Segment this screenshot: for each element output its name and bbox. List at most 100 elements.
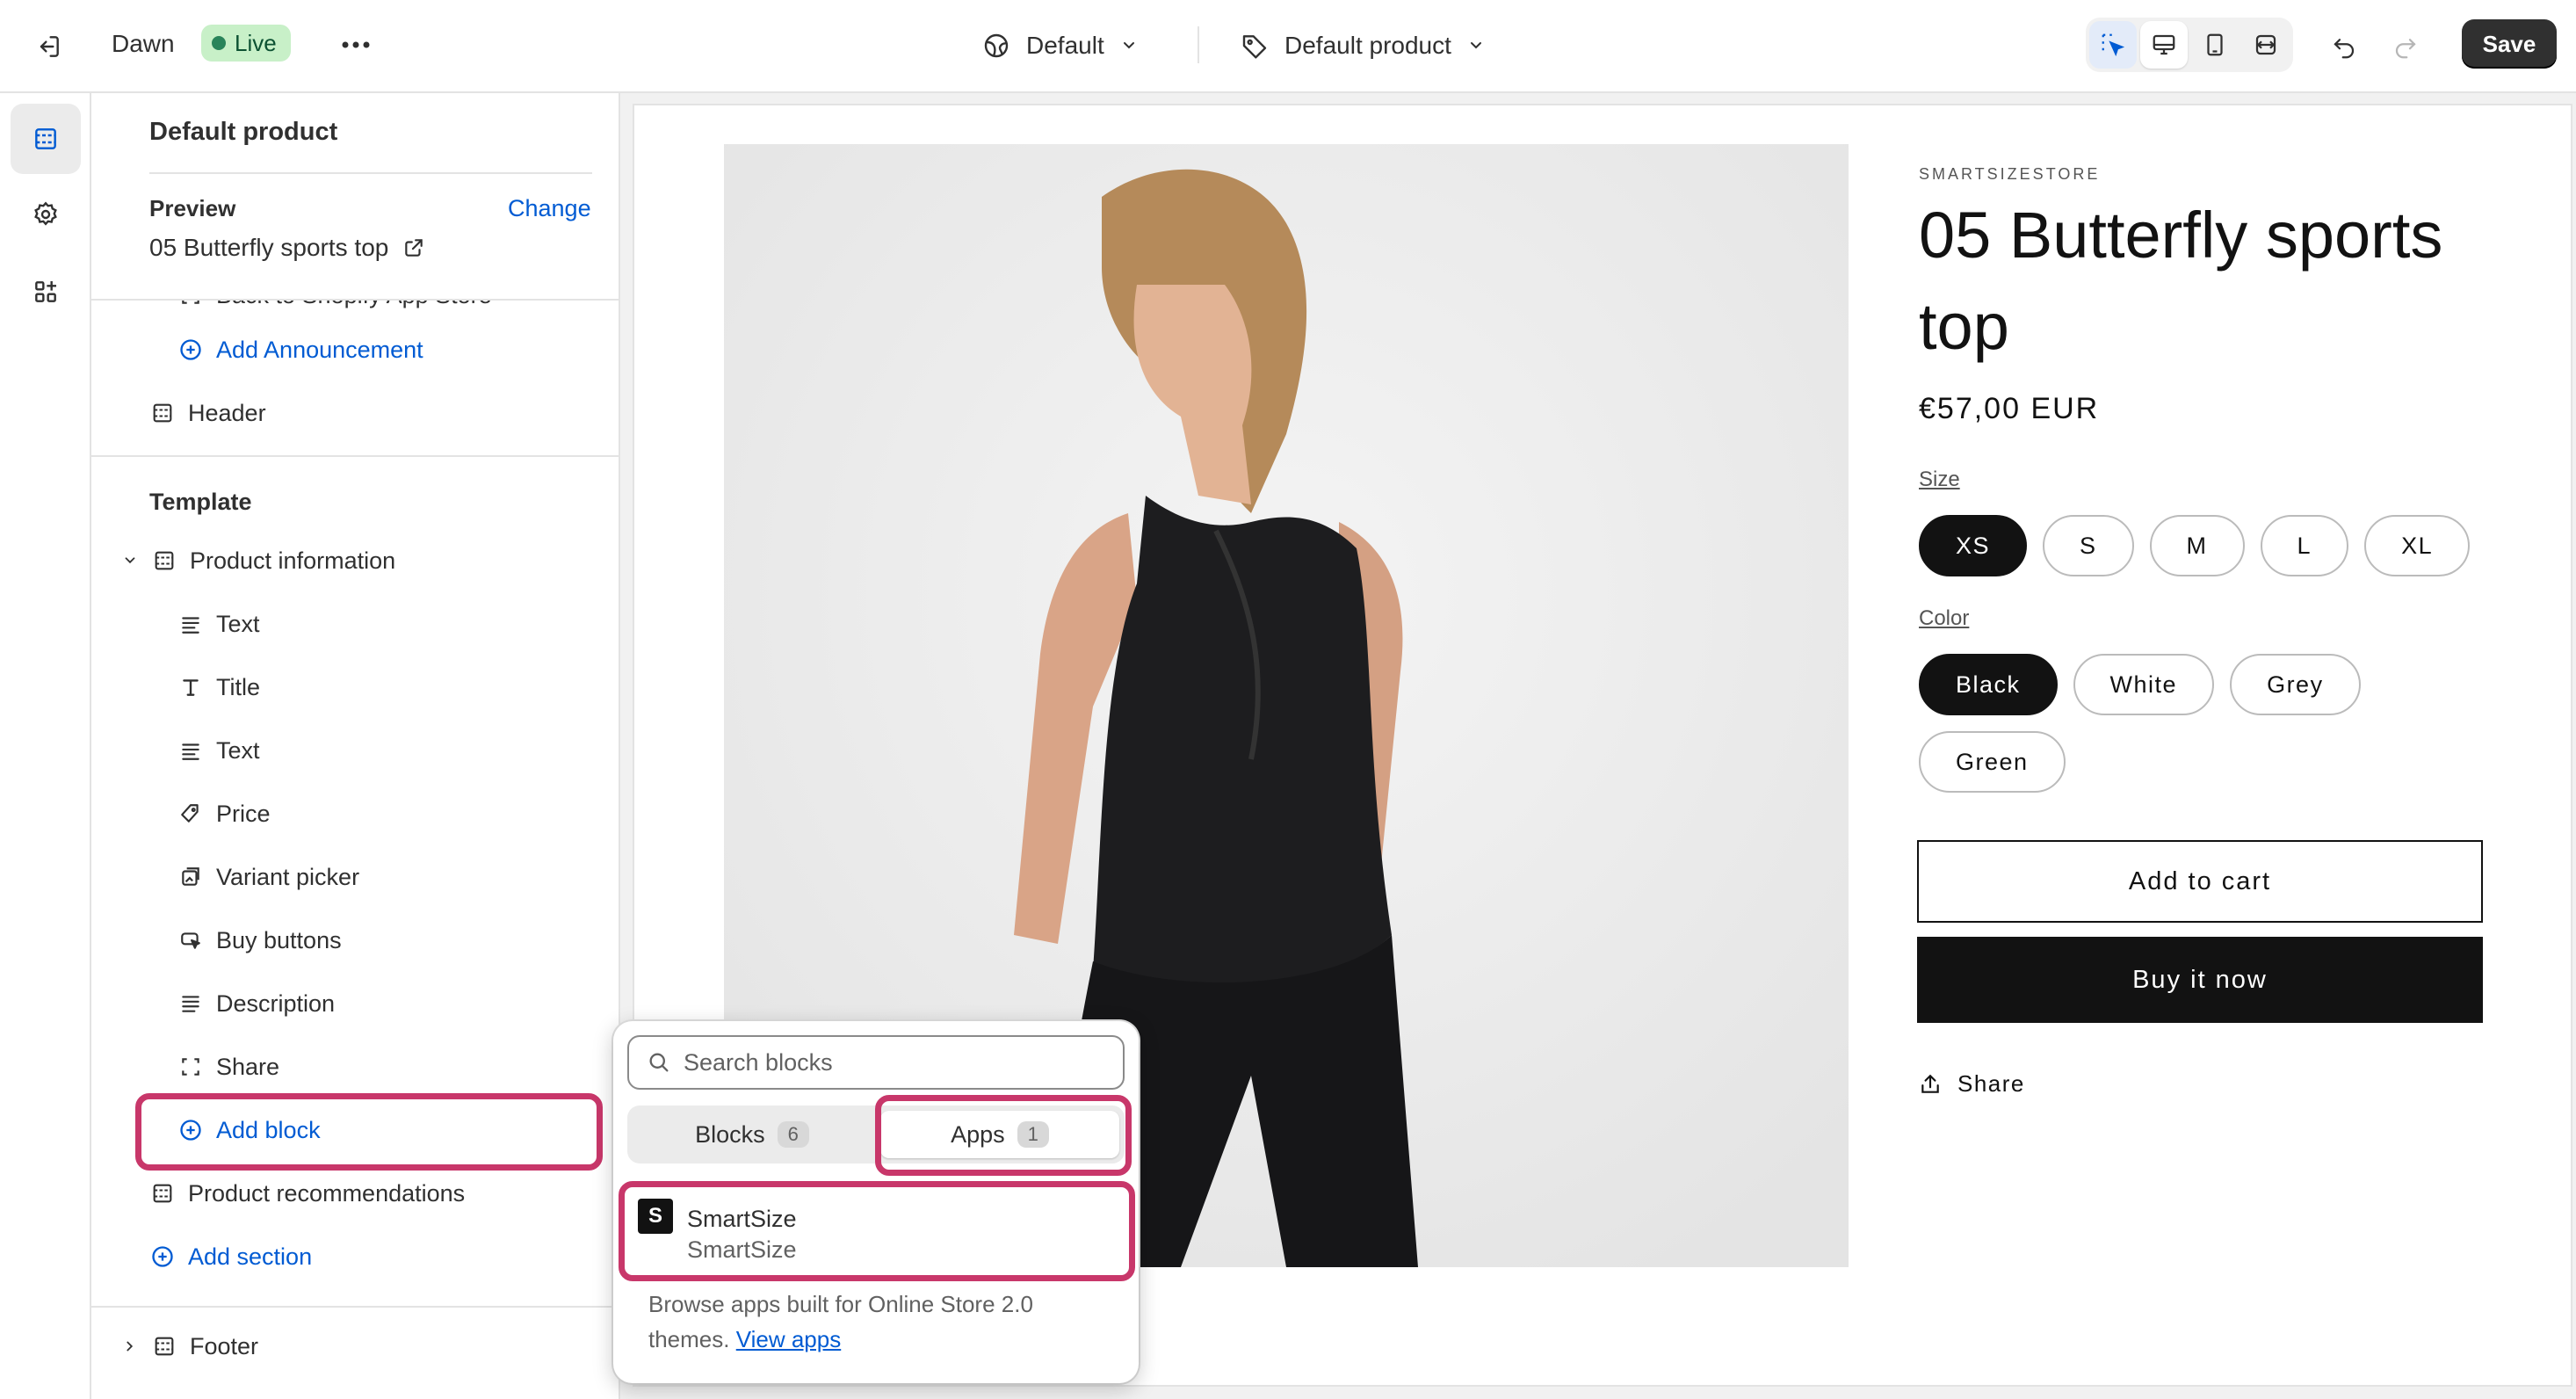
color-option-white[interactable]: White xyxy=(2073,654,2215,715)
mobile-view-button[interactable] xyxy=(2191,21,2239,69)
globe-icon xyxy=(984,33,1009,58)
block-item-share[interactable]: Share xyxy=(177,1044,279,1090)
view-apps-link[interactable]: View apps xyxy=(736,1326,842,1352)
change-preview-link[interactable]: Change xyxy=(508,195,591,222)
block-item-buy-buttons[interactable]: Buy buttons xyxy=(177,917,342,963)
share-icon xyxy=(1921,1074,1939,1093)
chevron-right-icon xyxy=(121,1333,139,1359)
undo-button[interactable] xyxy=(2321,25,2367,70)
block-item-text[interactable]: Text xyxy=(177,601,260,647)
block-item-label: Text xyxy=(216,736,260,764)
add-announcement-button[interactable]: Add Announcement xyxy=(177,327,423,373)
add-to-cart-button[interactable]: Add to cart xyxy=(1917,840,2483,923)
popover-tabs: Blocks 6 Apps 1 xyxy=(627,1105,1125,1163)
theme-settings-nav-button[interactable] xyxy=(11,179,81,250)
size-option-xs[interactable]: XS xyxy=(1919,515,2028,576)
tree-item-footer[interactable]: Footer xyxy=(121,1323,258,1369)
redo-button[interactable] xyxy=(2383,25,2428,70)
template-select-label: Default product xyxy=(1284,32,1451,59)
section-icon xyxy=(151,547,177,574)
tree-item-app-store-link[interactable]: Back to Shopify App Store xyxy=(177,301,492,318)
block-item-label: Buy buttons xyxy=(216,926,342,953)
preview-product[interactable]: 05 Butterfly sports top xyxy=(149,234,425,262)
app-block-name: SmartSize xyxy=(687,1206,797,1232)
block-item-text[interactable]: Text xyxy=(177,728,260,773)
divider xyxy=(149,172,592,174)
price-tag-icon xyxy=(177,801,204,827)
expand-width-icon xyxy=(2255,34,2276,55)
sidebar: Default product Preview Change 05 Butter… xyxy=(91,93,620,1399)
block-item-variant-picker[interactable]: Variant picker xyxy=(177,854,359,900)
gear-icon xyxy=(34,201,57,226)
top-bar: Dawn Live Default Default product Save xyxy=(0,0,2576,93)
block-item-label: Variant picker xyxy=(216,863,360,890)
share-button[interactable]: Share xyxy=(1919,1070,2025,1098)
tag-icon xyxy=(1242,35,1267,59)
tab-label: Apps xyxy=(951,1120,1005,1148)
tree-item-header[interactable]: Header xyxy=(149,390,266,436)
tab-count: 1 xyxy=(1017,1121,1049,1148)
tree-item-label: Product recommendations xyxy=(188,1179,466,1207)
divider xyxy=(1198,26,1199,63)
size-option-xl[interactable]: XL xyxy=(2364,515,2471,576)
tree-item-product-information[interactable]: Product information xyxy=(121,538,395,584)
block-item-title[interactable]: Title xyxy=(177,664,260,710)
search-blocks-input[interactable]: Search blocks xyxy=(627,1035,1125,1090)
add-block-button[interactable]: Add block xyxy=(177,1107,321,1153)
block-item-price[interactable]: Price xyxy=(177,791,271,837)
size-options: XS S M L XL xyxy=(1919,515,2551,576)
chevron-down-icon xyxy=(1470,42,1481,49)
size-option-l[interactable]: L xyxy=(2260,515,2349,576)
market-select[interactable]: Default xyxy=(982,23,1138,69)
color-option-black[interactable]: Black xyxy=(1919,654,2058,715)
tab-label: Blocks xyxy=(695,1120,765,1148)
section-tree: Back to Shopify App Store Add Announceme… xyxy=(91,301,619,1399)
add-section-label: Add section xyxy=(188,1243,313,1270)
tree-item-product-recommendations[interactable]: Product recommendations xyxy=(149,1171,465,1216)
apps-icon xyxy=(35,281,56,302)
more-actions-button[interactable] xyxy=(336,25,376,65)
desktop-view-button[interactable] xyxy=(2140,21,2188,69)
product-title: 05 Butterfly sports top xyxy=(1919,199,2443,363)
color-options: Black White Grey Green xyxy=(1919,654,2411,793)
apps-nav-button[interactable] xyxy=(11,257,81,327)
exit-icon[interactable] xyxy=(28,26,69,67)
preview-product-label: 05 Butterfly sports top xyxy=(149,234,389,261)
tree-item-label: Product information xyxy=(190,547,396,574)
color-option-grey[interactable]: Grey xyxy=(2230,654,2361,715)
block-item-description[interactable]: Description xyxy=(177,981,335,1026)
share-bracket-icon xyxy=(177,1054,204,1080)
divider xyxy=(91,1306,619,1308)
add-section-button[interactable]: Add section xyxy=(149,1234,312,1279)
tree-item-label: Header xyxy=(188,399,266,426)
template-group-label: Template xyxy=(149,489,252,515)
redo-icon xyxy=(2395,39,2416,59)
product-price: €57,00 EUR xyxy=(1919,392,2100,425)
sections-nav-button[interactable] xyxy=(11,104,81,174)
tab-apps[interactable]: Apps 1 xyxy=(880,1111,1119,1158)
block-item-label: Text xyxy=(216,610,260,637)
block-item-label: Price xyxy=(216,800,271,827)
plus-circle-icon xyxy=(177,337,204,363)
size-option-s[interactable]: S xyxy=(2043,515,2134,576)
sidebar-title: Default product xyxy=(149,118,338,146)
buy-it-now-button[interactable]: Buy it now xyxy=(1917,937,2483,1023)
size-option-m[interactable]: M xyxy=(2149,515,2245,576)
tree-item-label: Back to Shopify App Store xyxy=(216,301,492,309)
inspector-toggle[interactable] xyxy=(2089,21,2137,69)
theme-name: Dawn xyxy=(112,30,175,57)
tab-blocks[interactable]: Blocks 6 xyxy=(633,1111,872,1158)
section-icon xyxy=(149,1180,176,1207)
app-block-smartsize[interactable]: S SmartSize SmartSize xyxy=(638,1193,1112,1276)
share-label: Share xyxy=(1957,1070,2025,1097)
search-placeholder: Search blocks xyxy=(684,1048,833,1076)
live-badge: Live xyxy=(201,25,291,62)
preview-label: Preview xyxy=(149,195,236,221)
template-select[interactable]: Default product xyxy=(1241,23,1485,69)
vendor-name: SMARTSIZESTORE xyxy=(1919,165,2101,183)
text-lines-icon xyxy=(177,990,204,1017)
save-button[interactable]: Save xyxy=(2462,19,2557,69)
fullscreen-view-button[interactable] xyxy=(2242,21,2290,69)
color-option-green[interactable]: Green xyxy=(1919,731,2066,793)
sections-icon xyxy=(35,128,56,149)
